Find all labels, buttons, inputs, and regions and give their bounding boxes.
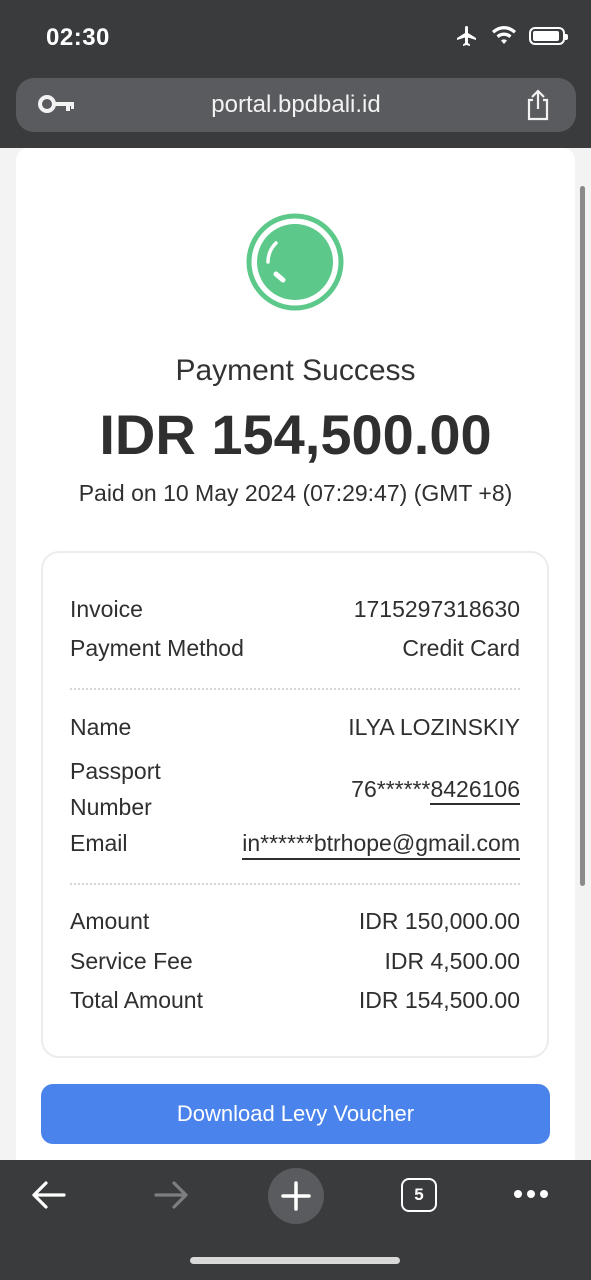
more-icon[interactable]: [512, 1187, 550, 1201]
passport-value: 76******8426106: [351, 775, 520, 805]
forward-arrow-icon[interactable]: [152, 1178, 192, 1212]
payment-method-row: Payment Method Credit Card: [70, 635, 520, 662]
scrollbar[interactable]: [580, 186, 585, 886]
invoice-value: 1715297318630: [353, 596, 520, 622]
amount-value: IDR 150,000.00: [358, 908, 520, 934]
status-bar: 02:30: [0, 0, 591, 70]
status-icons: [455, 24, 568, 48]
back-arrow-icon[interactable]: [28, 1178, 68, 1212]
payment-status-title: Payment Success: [175, 354, 416, 387]
payment-method-label: Payment Method: [70, 635, 244, 661]
service-fee-label: Service Fee: [70, 948, 193, 974]
name-value: ILYA LOZINSKIY: [348, 714, 520, 740]
url-bar[interactable]: portal.bpdbali.id: [16, 78, 576, 132]
download-levy-voucher-button[interactable]: Download Levy Voucher: [41, 1084, 550, 1144]
passport-value-masked: 76******: [351, 775, 431, 802]
email-label: Email: [70, 830, 128, 856]
divider: [70, 883, 520, 885]
new-tab-button[interactable]: [268, 1168, 324, 1224]
share-icon[interactable]: [524, 88, 552, 122]
payment-amount: IDR 154,500.00: [99, 403, 492, 466]
name-label: Name: [70, 714, 132, 740]
passport-number-link[interactable]: 8426106: [430, 775, 520, 805]
url-text[interactable]: portal.bpdbali.id: [16, 91, 576, 119]
home-indicator: [190, 1257, 400, 1264]
name-row: Name ILYA LOZINSKIY: [70, 714, 520, 741]
total-amount-label: Total Amount: [70, 987, 203, 1013]
service-fee-row: Service Fee IDR 4,500.00: [70, 948, 520, 975]
paid-on-date: Paid on 10 May 2024 (07:29:47) (GMT +8): [78, 480, 513, 506]
passport-row: Passport Number 76******8426106: [70, 753, 520, 825]
success-check-icon: [246, 213, 344, 311]
payment-details: Invoice 1715297318630 Payment Method Cre…: [41, 551, 549, 1058]
passport-label: Passport Number: [70, 753, 161, 825]
total-amount-value: IDR 154,500.00: [358, 987, 520, 1013]
payment-method-value: Credit Card: [402, 635, 520, 661]
amount-row: Amount IDR 150,000.00: [70, 908, 520, 935]
total-amount-row: Total Amount IDR 154,500.00: [70, 987, 520, 1014]
tabs-button[interactable]: 5: [401, 1178, 437, 1212]
passport-label-line1: Passport: [70, 758, 161, 784]
passport-label-line2: Number: [70, 794, 152, 820]
invoice-row: Invoice 1715297318630: [70, 596, 520, 623]
service-fee-value: IDR 4,500.00: [384, 948, 520, 974]
wifi-icon: [492, 26, 516, 44]
invoice-label: Invoice: [70, 596, 143, 622]
battery-icon: [529, 27, 568, 45]
email-link[interactable]: in******btrhope@gmail.com: [242, 830, 520, 860]
plus-icon: [281, 1181, 311, 1211]
amount-label: Amount: [70, 908, 150, 934]
status-time: 02:30: [46, 24, 110, 51]
airplane-icon: [457, 26, 476, 46]
divider: [70, 688, 520, 690]
email-row: Email in******btrhope@gmail.com: [70, 830, 520, 860]
